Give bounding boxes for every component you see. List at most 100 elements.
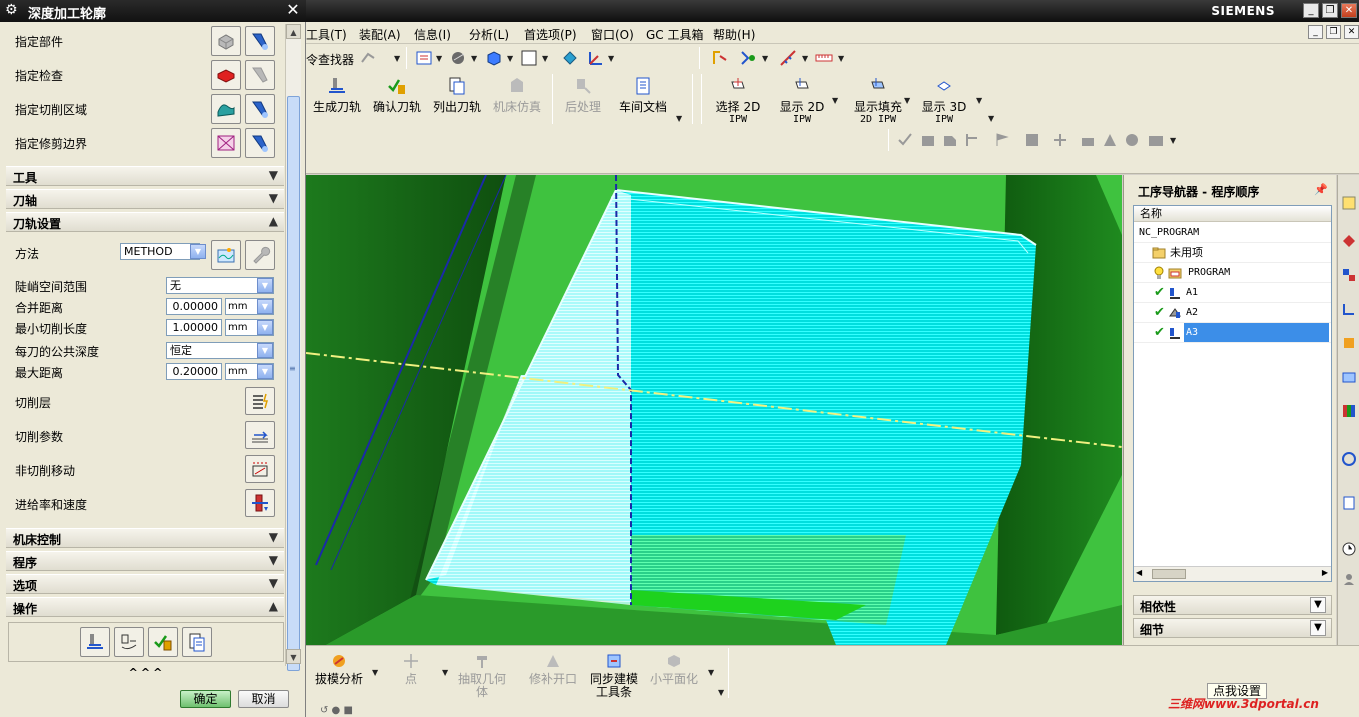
cut-area-icon[interactable] (211, 94, 241, 124)
chevron-down-icon[interactable]: ▼ (832, 96, 838, 105)
trim-boundary-icon[interactable] (211, 128, 241, 158)
generate-icon[interactable] (80, 627, 110, 657)
orient-icon[interactable] (560, 48, 580, 68)
scroll-right-icon[interactable]: ▶ (1322, 568, 1328, 577)
section-path-settings[interactable]: 刀轨设置 ▲ (6, 212, 284, 232)
history-icon[interactable] (1341, 369, 1357, 385)
tree-row-a3[interactable]: ✔ A3 (1134, 323, 1331, 343)
tree-row-unused[interactable]: 未用项 (1134, 243, 1331, 263)
section-program[interactable]: 程序 ▼ (6, 551, 284, 571)
doc-minimize-icon[interactable]: _ (1308, 25, 1323, 39)
replay-icon[interactable] (114, 627, 144, 657)
wcs-icon[interactable] (586, 48, 606, 68)
dialog-scrollbar[interactable]: ▲ ≡ ▼ (285, 24, 301, 671)
model-view[interactable] (306, 175, 1122, 645)
chevron-down-icon[interactable]: ▼ (372, 668, 378, 677)
menu-gc-toolbox[interactable]: GC 工具箱 (646, 26, 704, 43)
chevron-up-icon[interactable]: ▲ (269, 599, 278, 613)
verify-icon[interactable] (148, 627, 178, 657)
chevron-down-icon[interactable]: ▼ (988, 114, 994, 123)
select-2d-ipw-button[interactable]: 选择 2D IPW (710, 76, 766, 125)
column-header-name[interactable]: 名称 (1134, 206, 1331, 222)
chevron-down-icon[interactable]: ▼ (257, 278, 273, 293)
background-icon[interactable] (519, 48, 539, 68)
show-2d-ipw-button[interactable]: 显示 2D IPW (772, 76, 832, 125)
restore-icon[interactable]: ❐ (1322, 3, 1338, 18)
draft-analysis-button[interactable]: 拔模分析 (314, 652, 364, 686)
roles-icon[interactable] (1341, 571, 1357, 587)
cut-levels-icon[interactable] (245, 387, 275, 415)
chevron-down-icon[interactable]: ▼ (904, 96, 910, 105)
operation-nav-icon[interactable] (1341, 301, 1357, 317)
menu-analysis[interactable]: 分析(L) (469, 26, 509, 43)
close-icon[interactable]: ✕ (1341, 3, 1357, 18)
constraint-nav-icon[interactable] (1341, 233, 1357, 249)
section-actions[interactable]: 操作 ▲ (6, 597, 284, 617)
tree-row-nc-program[interactable]: NC_PROGRAM (1134, 223, 1331, 243)
command-finder[interactable]: 令查找器 (306, 51, 354, 68)
section-dependencies[interactable]: 相依性 ▼ (1133, 595, 1332, 615)
tree-horizontal-scrollbar[interactable]: ◀ ▶ (1134, 566, 1331, 581)
tree-row-program[interactable]: PROGRAM (1134, 263, 1331, 283)
chevron-down-icon[interactable]: ▼ (269, 530, 278, 544)
chevron-down-icon[interactable]: ▼ (1310, 597, 1326, 613)
minimize-icon[interactable]: _ (1303, 3, 1319, 18)
render-style-icon[interactable] (448, 48, 468, 68)
min-cut-length-input[interactable]: 1.00000 (166, 319, 222, 336)
finder-search-icon[interactable] (358, 48, 378, 68)
web-browser-icon[interactable] (1341, 451, 1357, 467)
shop-doc-button[interactable]: 车间文档 (616, 76, 670, 122)
graphics-viewport[interactable] (306, 175, 1122, 645)
scroll-down-icon[interactable]: ▼ (286, 649, 301, 664)
verify-toolpath-button[interactable]: 确认刀轨 (372, 76, 422, 122)
scroll-thumb[interactable] (1152, 569, 1186, 579)
chevron-down-icon[interactable]: ▼ (257, 343, 273, 358)
max-distance-input[interactable]: 0.20000 (166, 363, 222, 380)
scroll-up-icon[interactable]: ▲ (286, 24, 301, 39)
chevron-down-icon[interactable]: ▼ (269, 168, 278, 182)
section-details[interactable]: 细节 ▼ (1133, 618, 1332, 638)
show-3d-ipw-button[interactable]: 显示 3D IPW (916, 76, 972, 125)
chevron-down-icon[interactable]: ▼ (976, 96, 982, 105)
chevron-up-icon[interactable]: ▲ (269, 214, 278, 228)
sync-modeling-button[interactable]: 同步建模工具条 (586, 652, 642, 699)
tree-row-a2[interactable]: ✔ A2 (1134, 303, 1331, 323)
method-select[interactable]: METHOD (120, 243, 200, 260)
clock-icon[interactable] (1341, 541, 1357, 557)
list-toolpath-button[interactable]: 列出刀轨 (432, 76, 482, 122)
chevron-down-icon[interactable]: ▼ (257, 299, 273, 314)
close-icon[interactable]: ✕ (284, 1, 302, 19)
scroll-thumb[interactable] (287, 96, 300, 671)
chevron-down-icon[interactable]: ▼ (269, 576, 278, 590)
section-axis[interactable]: 刀轴 ▼ (6, 189, 284, 209)
pin-icon[interactable]: 📌 (1314, 183, 1328, 196)
navigator-tree[interactable]: 名称 NC_PROGRAM 未用项 PROGRAM ✔ A1 ✔ A2 ✔ A3 (1133, 205, 1332, 582)
show-fill-2d-ipw-button[interactable]: 显示填充 2D IPW (843, 76, 913, 125)
flashlight-icon[interactable] (245, 128, 275, 158)
gear-icon[interactable]: ⚙ (5, 2, 21, 18)
flashlight-icon[interactable] (245, 94, 275, 124)
cancel-button[interactable]: 取消 (238, 690, 289, 708)
chevron-down-icon[interactable]: ▼ (1310, 620, 1326, 636)
chevron-down-icon[interactable]: ▼ (718, 688, 724, 697)
tree-row-a1[interactable]: ✔ A1 (1134, 283, 1331, 303)
part-icon[interactable] (211, 26, 241, 56)
ruler-icon[interactable] (814, 48, 834, 68)
chevron-down-icon[interactable]: ▼ (269, 553, 278, 567)
generate-toolpath-button[interactable]: 生成刀轨 (312, 76, 362, 122)
menu-tools[interactable]: 工具(T) (306, 26, 347, 43)
machine-tool-icon[interactable] (738, 48, 758, 68)
assembly-nav-icon[interactable] (1341, 195, 1357, 211)
chevron-down-icon[interactable]: ▼ (394, 54, 400, 63)
chevron-down-icon[interactable]: ▼ (257, 320, 273, 335)
scroll-left-icon[interactable]: ◀ (1136, 568, 1142, 577)
part-nav-icon[interactable] (1341, 267, 1357, 283)
layer-icon[interactable] (414, 48, 434, 68)
palette-icon[interactable] (1341, 403, 1357, 419)
section-options[interactable]: 选项 ▼ (6, 574, 284, 594)
create-program-icon[interactable] (710, 48, 730, 68)
chevron-down-icon[interactable]: ▼ (190, 244, 206, 259)
menu-window[interactable]: 窗口(O) (591, 26, 634, 43)
chevron-down-icon[interactable]: ▼ (1170, 136, 1176, 145)
chevron-down-icon[interactable]: ▼ (676, 114, 682, 123)
